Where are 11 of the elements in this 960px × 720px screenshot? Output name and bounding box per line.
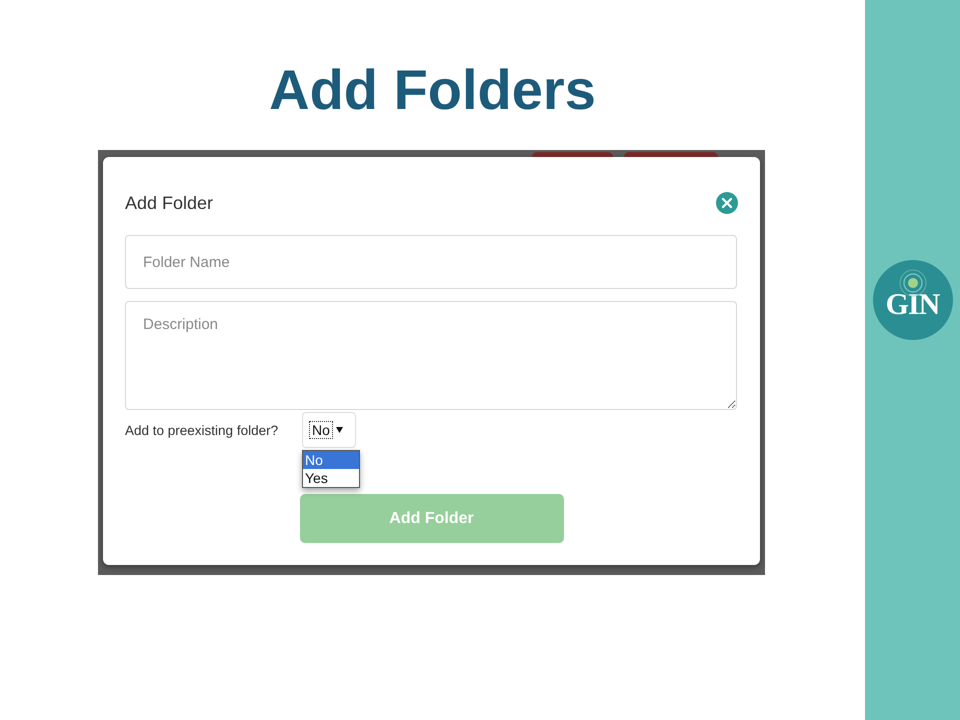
folder-name-field[interactable]: Folder Name [125,235,737,289]
description-field[interactable]: Description [125,301,737,410]
dropdown-option[interactable]: No [303,451,359,469]
logo-text: GIN [886,290,940,320]
caret-icon [336,427,343,433]
close-icon[interactable] [716,192,738,214]
slide-title: Add Folders [269,57,596,123]
select-label: Add to preexisting folder? [125,422,280,438]
dropdown-option[interactable]: Yes [303,469,359,487]
dialog-title: Add Folder [125,192,214,214]
folder-select[interactable]: No [302,412,356,448]
